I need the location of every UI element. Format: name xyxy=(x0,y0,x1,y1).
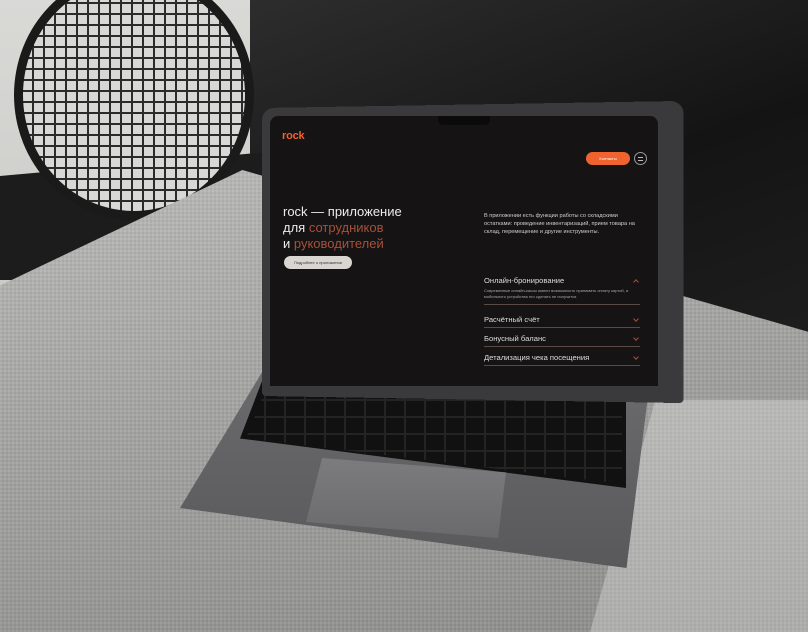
hero-title-accent-managers: руководителей xyxy=(293,236,384,251)
accordion-item-title: Бонусный баланс xyxy=(484,334,546,343)
hero-title-line3: и руководителей xyxy=(283,236,443,252)
accordion-item-body: Современные онлайн-кассы имеют возможнос… xyxy=(484,288,629,299)
feature-accordion: Онлайн-бронирование Современные онлайн-к… xyxy=(484,276,640,366)
site-logo[interactable]: rock xyxy=(282,130,305,142)
hero-title-accent-employees: сотрудников xyxy=(308,220,384,235)
menu-icon-line xyxy=(638,157,643,158)
menu-button[interactable] xyxy=(634,152,647,165)
menu-icon-line xyxy=(638,160,643,161)
accordion-item-title: Онлайн-бронирование xyxy=(484,276,565,285)
hero-title-line2-prefix: для xyxy=(283,220,309,235)
hero-title-line1: rock — приложение xyxy=(283,204,402,219)
more-about-app-button[interactable]: Подробнее о приложении xyxy=(284,256,352,269)
hero-title-line2: для сотрудников xyxy=(283,220,443,236)
accordion-item-title: Детализация чека посещения xyxy=(484,353,590,362)
contacts-button[interactable]: Контакты xyxy=(586,152,630,165)
accordion-item[interactable]: Бонусный баланс xyxy=(484,334,640,347)
accordion-item[interactable]: Детализация чека посещения xyxy=(484,353,640,366)
hero-description: В приложении есть функции работы со скла… xyxy=(484,213,635,235)
accordion-item[interactable]: Расчётный счёт xyxy=(484,315,640,328)
hero-title: rock — приложение для сотрудников и руко… xyxy=(283,204,443,252)
accordion-item[interactable]: Онлайн-бронирование Современные онлайн-к… xyxy=(484,276,640,305)
accordion-item-title: Расчётный счёт xyxy=(484,315,540,324)
camera-notch xyxy=(438,116,490,125)
hero-title-line3-prefix: и xyxy=(283,236,294,251)
laptop-screen: rock Контакты rock — приложение для сотр… xyxy=(270,116,658,386)
